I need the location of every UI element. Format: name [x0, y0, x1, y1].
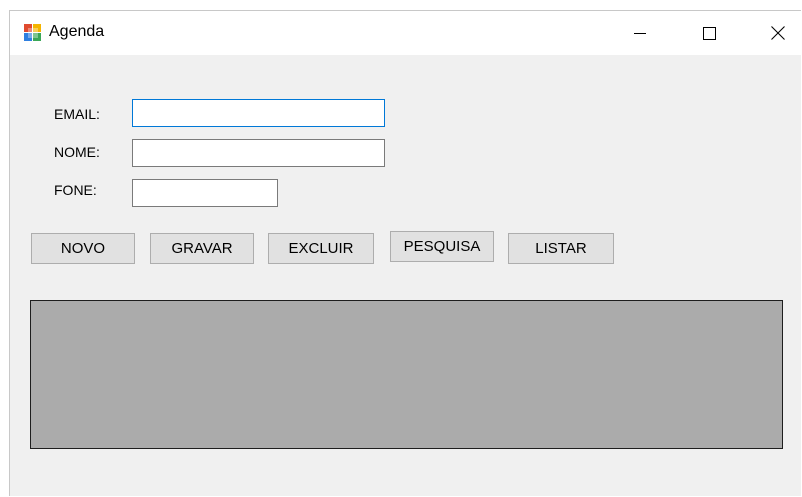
fone-field[interactable] [132, 179, 278, 207]
close-button[interactable] [755, 11, 801, 55]
close-icon [771, 26, 785, 40]
app-icon [24, 24, 42, 42]
listar-button[interactable]: LISTAR [508, 233, 614, 264]
title-bar[interactable]: Agenda [10, 11, 801, 55]
nome-label: NOME: [54, 144, 100, 160]
agenda-window: Agenda EMAIL: NOME: FONE: NOVO GRAVAR EX… [9, 10, 801, 496]
email-label: EMAIL: [54, 106, 100, 122]
novo-button[interactable]: NOVO [31, 233, 135, 264]
pesquisa-button[interactable]: PESQUISA [390, 231, 494, 262]
minimize-icon [634, 27, 646, 39]
minimize-button[interactable] [617, 11, 663, 55]
maximize-button[interactable] [686, 11, 732, 55]
nome-field[interactable] [132, 139, 385, 167]
excluir-button[interactable]: EXCLUIR [268, 233, 374, 264]
gravar-button[interactable]: GRAVAR [150, 233, 254, 264]
email-field[interactable] [132, 99, 385, 127]
fone-label: FONE: [54, 182, 97, 198]
window-title: Agenda [49, 23, 105, 40]
data-grid[interactable] [30, 300, 783, 449]
maximize-icon [702, 26, 716, 40]
